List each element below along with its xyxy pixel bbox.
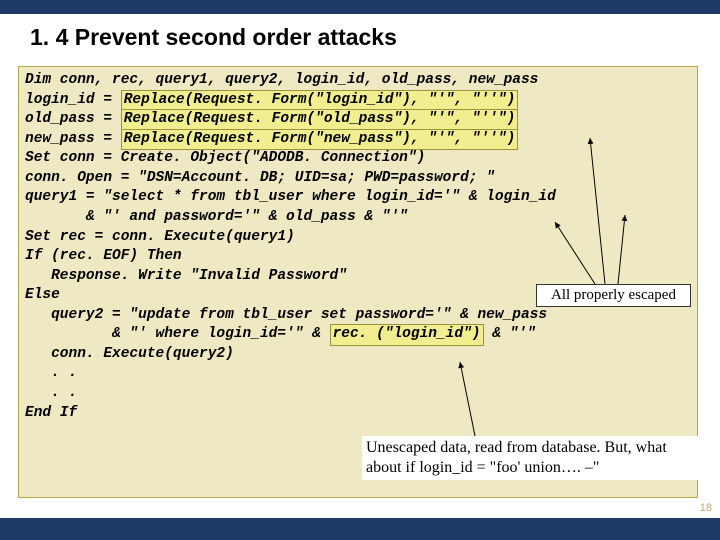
- highlight-replace-login: Replace(Request. Form("login_id"), "'", …: [121, 90, 519, 112]
- code-line: conn. Execute(query2): [25, 346, 234, 362]
- highlight-rec-loginid: rec. ("login_id"): [330, 324, 484, 346]
- code-line: Else: [25, 287, 60, 303]
- highlight-replace-oldpass: Replace(Request. Form("old_pass"), "'", …: [121, 109, 519, 131]
- code-line: . .: [25, 365, 77, 381]
- highlight-replace-newpass: Replace(Request. Form("new_pass"), "'", …: [121, 129, 519, 151]
- page-number: 18: [700, 502, 712, 514]
- slide-title: 1. 4 Prevent second order attacks: [30, 24, 720, 51]
- code-line: Response. Write "Invalid Password": [25, 268, 347, 284]
- code-line: & "' and password='" & old_pass & "'": [25, 209, 408, 225]
- code-line: . .: [25, 385, 77, 401]
- code-line: login_id =: [25, 92, 121, 108]
- code-line: conn. Open = "DSN=Account. DB; UID=sa; P…: [25, 170, 495, 186]
- code-line: old_pass =: [25, 111, 121, 127]
- code-line: & "'": [484, 326, 536, 342]
- callout-unescaped: Unescaped data, read from database. But,…: [362, 436, 700, 480]
- code-line: Dim conn, rec, query1, query2, login_id,…: [25, 72, 538, 88]
- code-line: Set rec = conn. Execute(query1): [25, 229, 295, 245]
- code-block: Dim conn, rec, query1, query2, login_id,…: [18, 66, 698, 498]
- code-line: If (rec. EOF) Then: [25, 248, 182, 264]
- code-line: & "' where login_id='" &: [25, 326, 330, 342]
- bottom-bar: [0, 518, 720, 540]
- code-line: Set conn = Create. Object("ADODB. Connec…: [25, 150, 425, 166]
- code-line: query2 = "update from tbl_user set passw…: [25, 307, 547, 323]
- top-bar: [0, 0, 720, 14]
- callout-escaped: All properly escaped: [536, 284, 691, 307]
- code-line: End If: [25, 405, 77, 421]
- code-line: query1 = "select * from tbl_user where l…: [25, 189, 556, 205]
- code-line: new_pass =: [25, 131, 121, 147]
